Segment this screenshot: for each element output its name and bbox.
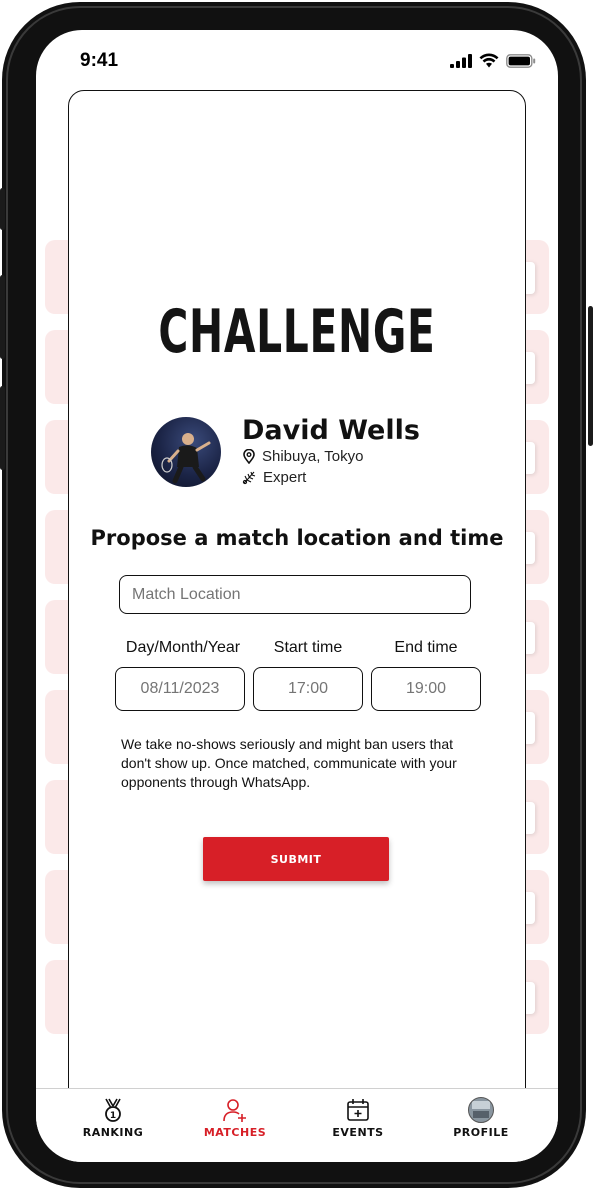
bottom-nav: 1 RANKING MATCHES EVENTS PROFILE xyxy=(36,1088,558,1162)
status-icons xyxy=(450,53,536,68)
location-pin-icon xyxy=(243,449,255,464)
end-time-input[interactable] xyxy=(371,667,481,711)
add-user-icon xyxy=(223,1099,246,1122)
profile-avatar xyxy=(468,1097,494,1123)
match-location-input[interactable] xyxy=(119,575,471,614)
nav-label-ranking: RANKING xyxy=(82,1126,144,1139)
shuttlecock-icon xyxy=(242,471,256,485)
nav-label-profile: PROFILE xyxy=(453,1126,509,1139)
opponent-level: Expert xyxy=(263,469,307,486)
opponent-name: David Wells xyxy=(242,415,420,446)
date-label: Day/Month/Year xyxy=(125,639,241,656)
nav-item-profile[interactable]: PROFILE xyxy=(426,1097,536,1139)
phone-power-button xyxy=(588,306,593,446)
medal-icon: 1 xyxy=(105,1098,121,1122)
phone-silent-switch xyxy=(0,188,5,230)
end-time-label: End time xyxy=(394,639,458,656)
screen: 9:41 CHALLENGE David Wells Shibuya, Toky… xyxy=(36,30,558,1162)
nav-label-events: EVENTS xyxy=(332,1126,384,1139)
no-show-notice: We take no-shows seriously and might ban… xyxy=(121,736,457,790)
nav-item-events[interactable]: EVENTS xyxy=(303,1097,413,1139)
submit-button[interactable]: SUBMIT xyxy=(203,837,389,881)
section-heading: Propose a match location and time xyxy=(90,526,504,550)
phone-volume-up xyxy=(0,275,5,359)
page-title: CHALLENGE xyxy=(158,297,436,367)
date-input[interactable] xyxy=(115,667,245,711)
wifi-icon xyxy=(479,53,499,68)
calendar-plus-icon xyxy=(347,1099,369,1121)
opponent-avatar xyxy=(151,417,221,487)
nav-item-ranking[interactable]: 1 RANKING xyxy=(58,1097,168,1139)
status-bar: 9:41 xyxy=(36,30,558,90)
signal-icon xyxy=(450,53,472,68)
start-time-input[interactable] xyxy=(253,667,363,711)
challenge-modal: CHALLENGE David Wells Shibuya, Tokyo Exp… xyxy=(68,90,526,1152)
player-photo xyxy=(161,433,211,484)
nav-item-matches[interactable]: MATCHES xyxy=(180,1097,290,1139)
start-time-label: Start time xyxy=(273,639,343,656)
opponent-location-row: Shibuya, Tokyo xyxy=(242,448,363,465)
svg-text:1: 1 xyxy=(110,1111,116,1121)
nav-label-matches: MATCHES xyxy=(203,1126,267,1139)
status-time: 9:41 xyxy=(80,50,119,71)
opponent-location: Shibuya, Tokyo xyxy=(262,448,364,465)
opponent-level-row: Expert xyxy=(242,469,306,486)
phone-volume-down xyxy=(0,386,5,470)
battery-icon xyxy=(506,53,536,68)
